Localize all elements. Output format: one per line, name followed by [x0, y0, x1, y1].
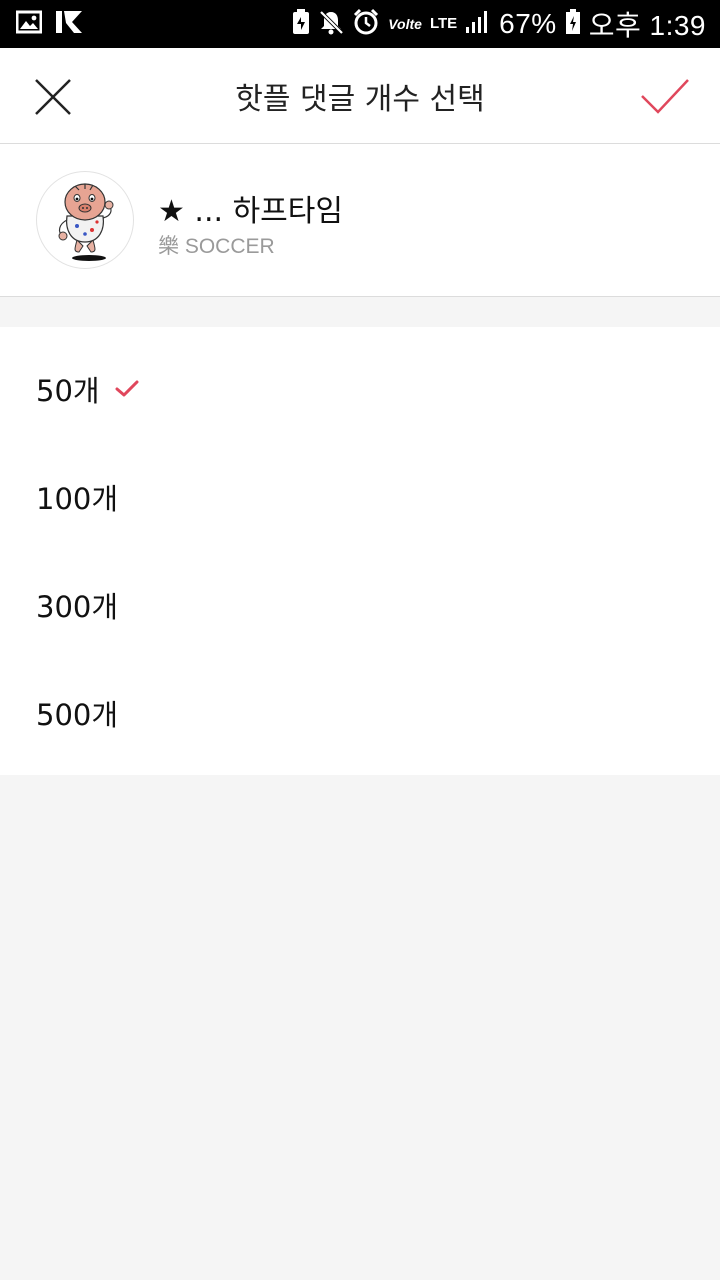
club-info: ★ ... 하프타임 樂 SOCCER [0, 144, 720, 297]
app-header: 핫플 댓글 개수 선택 [0, 48, 720, 144]
option-50[interactable]: 50개 [0, 335, 720, 443]
option-500[interactable]: 500개 [0, 659, 720, 767]
club-subtitle: 樂 SOCCER [158, 235, 275, 258]
option-300[interactable]: 300개 [0, 551, 720, 659]
battery-saver-icon [292, 9, 310, 39]
lte-indicator: LTE [429, 15, 458, 32]
option-label: 50개 [36, 374, 100, 408]
gallery-icon [15, 10, 43, 38]
app-logo-icon [54, 9, 84, 39]
battery-percent: 67% [499, 8, 557, 39]
option-label: 300개 [36, 590, 119, 624]
mute-icon [318, 9, 344, 39]
option-100[interactable]: 100개 [0, 443, 720, 551]
status-right: Volte LTE 67% 오후 1:39 [292, 4, 706, 44]
option-label: 100개 [36, 482, 119, 516]
option-label: 500개 [36, 698, 119, 732]
comment-count-options: 50개 100개 300개 500개 [0, 327, 720, 775]
check-icon [641, 79, 689, 114]
page-title: 핫플 댓글 개수 선택 [235, 82, 485, 117]
alarm-icon [352, 8, 380, 40]
volte-indicator: Volte [388, 16, 422, 32]
club-name: ★ ... 하프타임 [158, 194, 343, 229]
close-icon [35, 79, 71, 115]
status-left [15, 9, 84, 39]
clock: 오후 1:39 [588, 10, 706, 41]
status-bar: Volte LTE 67% 오후 1:39 [0, 0, 720, 48]
signal-icon [465, 10, 491, 38]
selected-check-icon [115, 380, 139, 397]
close-button[interactable] [30, 74, 76, 120]
battery-icon [565, 9, 581, 39]
mascot-avatar-icon [58, 183, 114, 261]
avatar [36, 171, 134, 269]
confirm-button[interactable] [636, 72, 694, 120]
